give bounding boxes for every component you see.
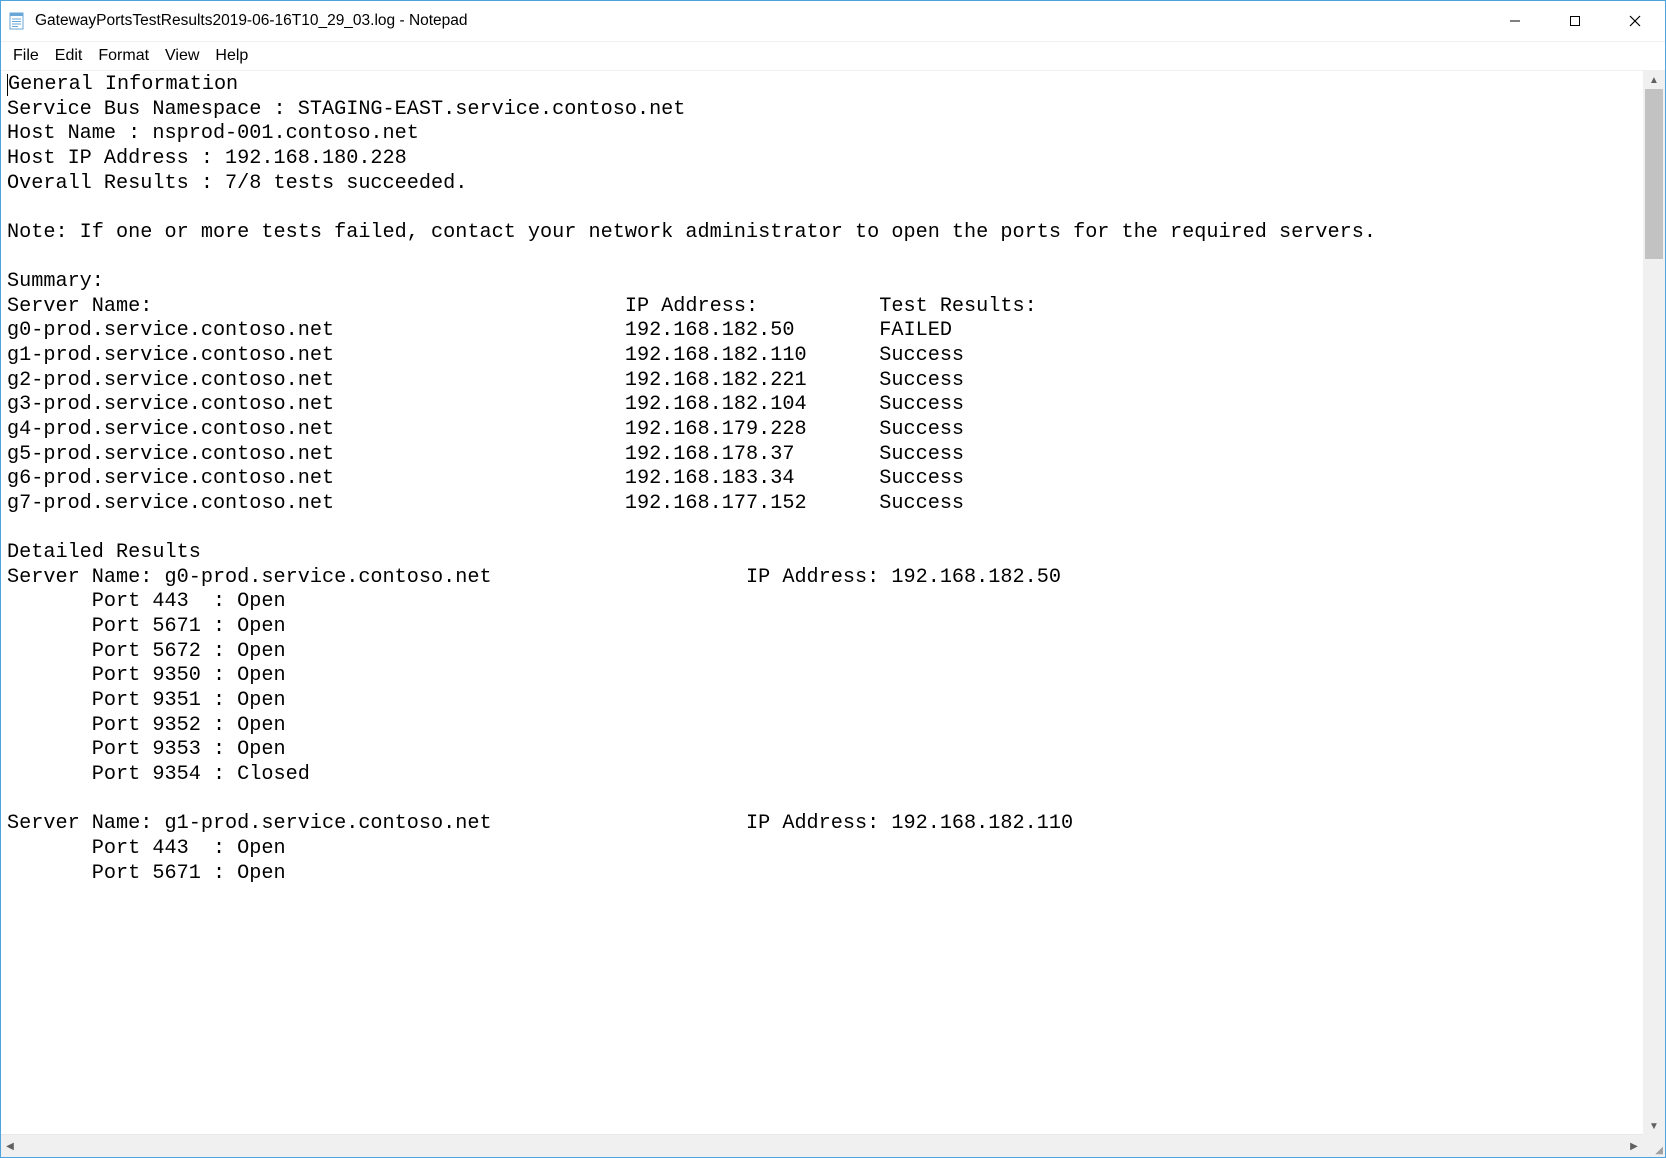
menu-format[interactable]: Format bbox=[90, 45, 157, 67]
maximize-button[interactable] bbox=[1545, 1, 1605, 41]
menu-help[interactable]: Help bbox=[207, 45, 256, 67]
scroll-left-arrow-icon[interactable]: ◀ bbox=[1, 1135, 19, 1157]
notepad-window: GatewayPortsTestResults2019-06-16T10_29_… bbox=[0, 0, 1666, 1158]
vertical-scroll-thumb[interactable] bbox=[1645, 89, 1663, 259]
minimize-button[interactable] bbox=[1485, 1, 1545, 41]
window-title: GatewayPortsTestResults2019-06-16T10_29_… bbox=[35, 12, 468, 30]
content-wrapper: General Information Service Bus Namespac… bbox=[1, 71, 1665, 1157]
menu-view[interactable]: View bbox=[157, 45, 207, 67]
menu-edit[interactable]: Edit bbox=[47, 45, 91, 67]
close-button[interactable] bbox=[1605, 1, 1665, 41]
scroll-up-arrow-icon[interactable]: ▲ bbox=[1643, 71, 1665, 89]
horizontal-scrollbar[interactable]: ◀ ▶ ◢ bbox=[1, 1134, 1665, 1157]
menubar: File Edit Format View Help bbox=[1, 42, 1665, 71]
resize-grip-icon[interactable]: ◢ bbox=[1643, 1135, 1665, 1157]
horizontal-scroll-track[interactable] bbox=[19, 1135, 1625, 1157]
titlebar[interactable]: GatewayPortsTestResults2019-06-16T10_29_… bbox=[1, 1, 1665, 42]
window-controls bbox=[1485, 1, 1665, 41]
menu-file[interactable]: File bbox=[5, 45, 47, 67]
scroll-down-arrow-icon[interactable]: ▼ bbox=[1643, 1117, 1665, 1135]
notepad-icon bbox=[7, 11, 27, 31]
vertical-scrollbar[interactable]: ▲ ▼ bbox=[1643, 71, 1665, 1135]
scroll-right-arrow-icon[interactable]: ▶ bbox=[1625, 1135, 1643, 1157]
editor-text-area[interactable]: General Information Service Bus Namespac… bbox=[1, 71, 1665, 1134]
vertical-scroll-track[interactable] bbox=[1643, 89, 1665, 1117]
